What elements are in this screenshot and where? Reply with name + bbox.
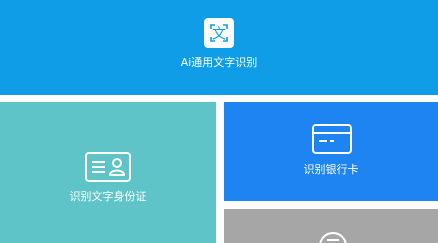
general-text-recognition-label: Ai通用文字识别 xyxy=(180,56,258,69)
id-card-recognition-tile[interactable]: 识别文字身份证 xyxy=(0,102,216,243)
bank-card-recognition-tile[interactable]: 识别银行卡 xyxy=(224,102,438,201)
round-icon xyxy=(319,232,347,243)
text-scan-icon: 文 xyxy=(204,18,234,48)
id-card-icon xyxy=(85,152,131,182)
id-card-recognition-label: 识别文字身份证 xyxy=(69,190,147,203)
bank-card-recognition-label: 识别银行卡 xyxy=(303,163,359,176)
general-text-recognition-tile[interactable]: 文 Ai通用文字识别 xyxy=(0,0,438,95)
ocr-home-screen: 文 Ai通用文字识别 识别文字身份证 识别银行卡 xyxy=(0,0,438,243)
bank-card-icon xyxy=(312,124,352,154)
more-recognition-tile[interactable] xyxy=(224,209,438,243)
text-scan-glyph: 文 xyxy=(212,27,226,43)
